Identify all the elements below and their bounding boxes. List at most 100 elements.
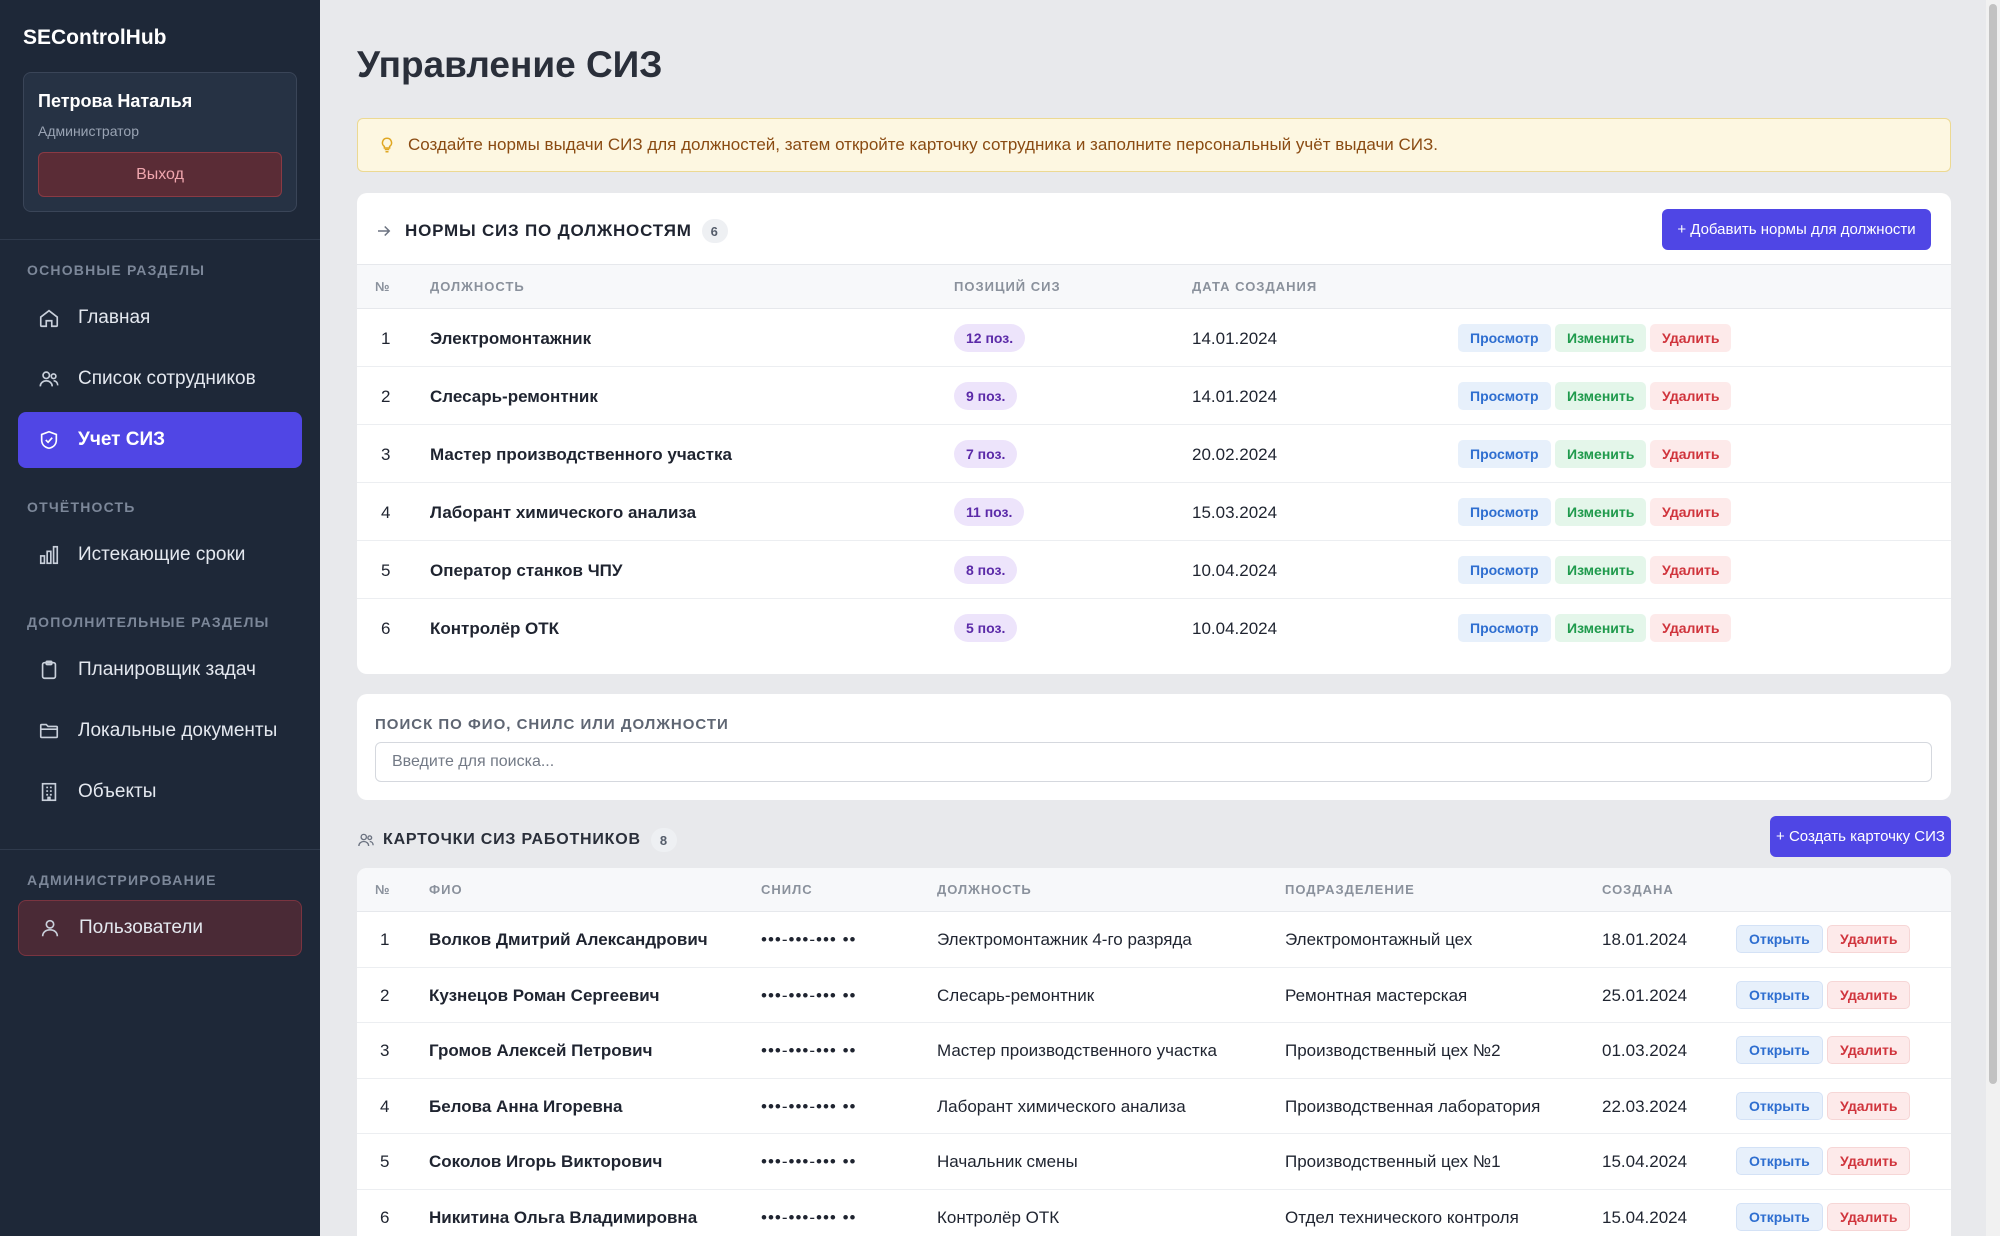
edit-button[interactable]: Изменить [1555,440,1647,468]
table-row: 4 Белова Анна Игоревна •••-•••-••• •• Лабор… [357,1079,1951,1134]
sidebar-item-siz[interactable]: Учет СИЗ [18,412,302,468]
brand-logo: SEControlHub [23,26,167,49]
row-number: 2 [380,985,390,1005]
sidebar-item-docs[interactable]: Локальные документы [18,703,302,759]
column-header: ПОЗИЦИЙ СИЗ [954,279,1061,294]
row-number: 5 [380,1152,390,1171]
worker-department: Производственный цех №1 [1285,1152,1501,1171]
user-role: Администратор [38,123,140,139]
worker-position: Начальник смены [937,1152,1078,1171]
users-icon [38,368,60,390]
view-button[interactable]: Просмотр [1458,382,1551,410]
delete-button[interactable]: Удалить [1827,980,1911,1009]
hint-banner: Создайте нормы выдачи СИЗ для должностей… [357,118,1951,172]
view-button[interactable]: Просмотр [1458,614,1551,642]
column-header: СНИЛС [761,882,813,897]
sidebar-item-label: Учет СИЗ [78,429,166,450]
open-button[interactable]: Открыть [1736,1036,1823,1064]
open-button[interactable]: Открыть [1736,980,1823,1009]
delete-button[interactable]: Удалить [1827,1091,1911,1120]
open-button[interactable]: Открыть [1736,925,1823,953]
table-row: 3 Мастер производственного участка 7 поз. 2… [357,425,1951,483]
worker-snils: •••-•••-••• •• [761,1207,857,1227]
shield-icon [38,429,60,451]
worker-name: Соколов Игорь Викторович [429,1152,663,1171]
view-button[interactable]: Просмотр [1458,440,1551,468]
position-name: Контролёр ОТК [430,619,560,638]
delete-button[interactable]: Удалить [1827,1202,1911,1231]
edit-button[interactable]: Изменить [1555,498,1647,526]
worker-position: Слесарь-ремонтник [937,985,1095,1005]
row-number: 5 [381,561,391,580]
sidebar-item-planner[interactable]: Планировщик задач [18,642,302,698]
create-card-button[interactable]: + Создать карточку СИЗ [1770,816,1951,857]
items-count-badge: 7 поз. [954,440,1018,468]
logout-button[interactable]: Выход [38,152,282,197]
norms-title: НОРМЫ СИЗ ПО ДОЛЖНОСТЯМ 6 [375,219,728,243]
delete-button[interactable]: Удалить [1650,382,1732,410]
workers-title: КАРТОЧКИ СИЗ РАБОТНИКОВ 8 [357,828,677,852]
worker-department: Ремонтная мастерская [1285,985,1468,1005]
delete-button[interactable]: Удалить [1650,498,1732,526]
row-number: 4 [381,503,391,522]
sidebar: SEControlHub Петрова Наталья Администрат… [0,0,320,1236]
worker-name: Белова Анна Игоревна [429,1096,623,1116]
delete-button[interactable]: Удалить [1827,1036,1911,1064]
clipboard-icon [38,659,60,681]
created-date: 14.01.2024 [1192,387,1278,406]
created-date: 10.04.2024 [1192,561,1278,580]
position-name: Оператор станков ЧПУ [430,561,623,580]
position-name: Электромонтажник [430,329,592,348]
add-norms-button[interactable]: + Добавить нормы для должности [1662,209,1931,250]
sidebar-item-home[interactable]: Главная [18,290,302,346]
open-button[interactable]: Открыть [1736,1202,1823,1231]
created-date: 15.04.2024 [1602,1207,1688,1227]
sidebar-item-employees[interactable]: Список сотрудников [18,351,302,407]
lightbulb-icon [378,135,396,155]
view-button[interactable]: Просмотр [1458,556,1551,584]
column-header: ПОДРАЗДЕЛЕНИЕ [1285,882,1415,897]
sidebar-item-objects[interactable]: Объекты [18,764,302,820]
search-label: ПОИСК ПО ФИО, СНИЛС ИЛИ ДОЛЖНОСТИ [375,716,729,733]
page-scrollbar[interactable] [1986,0,2000,1236]
table-row: 5 Соколов Игорь Викторович •••-•••-••• •• Н… [357,1134,1951,1190]
delete-button[interactable]: Удалить [1650,440,1732,468]
workers-title-text: КАРТОЧКИ СИЗ РАБОТНИКОВ [383,831,641,848]
user-icon [39,917,61,939]
open-button[interactable]: Открыть [1736,1091,1823,1120]
delete-button[interactable]: Удалить [1827,925,1911,953]
home-icon [38,307,60,329]
sidebar-item-label: Истекающие сроки [78,544,246,565]
sidebar-item-label: Локальные документы [78,720,278,741]
delete-button[interactable]: Удалить [1650,614,1732,642]
table-row: 6 Никитина Ольга Владимировна •••-•••-••• … [357,1190,1951,1236]
delete-button[interactable]: Удалить [1827,1147,1911,1175]
row-number: 1 [381,329,391,348]
sidebar-item-users[interactable]: Пользователи [18,900,302,956]
delete-button[interactable]: Удалить [1650,324,1732,352]
column-header: № [375,882,391,897]
workers-section-header: КАРТОЧКИ СИЗ РАБОТНИКОВ 8 + Создать карт… [357,816,1951,858]
row-number: 6 [381,619,391,638]
search-input[interactable] [375,742,1932,782]
folder-icon [38,720,60,742]
edit-button[interactable]: Изменить [1555,614,1647,642]
delete-button[interactable]: Удалить [1650,556,1732,584]
worker-department: Производственная лаборатория [1285,1096,1541,1116]
search-card: ПОИСК ПО ФИО, СНИЛС ИЛИ ДОЛЖНОСТИ [357,694,1951,800]
edit-button[interactable]: Изменить [1555,556,1647,584]
open-button[interactable]: Открыть [1736,1147,1823,1175]
arrow-right-icon [375,222,393,240]
worker-position: Мастер производственного участка [937,1041,1217,1060]
users-icon [357,831,375,849]
view-button[interactable]: Просмотр [1458,498,1551,526]
scrollbar-thumb[interactable] [1989,4,1997,1084]
view-button[interactable]: Просмотр [1458,324,1551,352]
edit-button[interactable]: Изменить [1555,382,1647,410]
hint-text: Создайте нормы выдачи СИЗ для должностей… [408,135,1439,154]
sidebar-item-expiring[interactable]: Истекающие сроки [18,527,302,583]
edit-button[interactable]: Изменить [1555,324,1647,352]
user-card: Петрова Наталья Администратор Выход [23,72,297,212]
items-count-badge: 12 поз. [954,324,1026,352]
nav-section-reports: ОТЧЁТНОСТЬ [27,499,136,515]
